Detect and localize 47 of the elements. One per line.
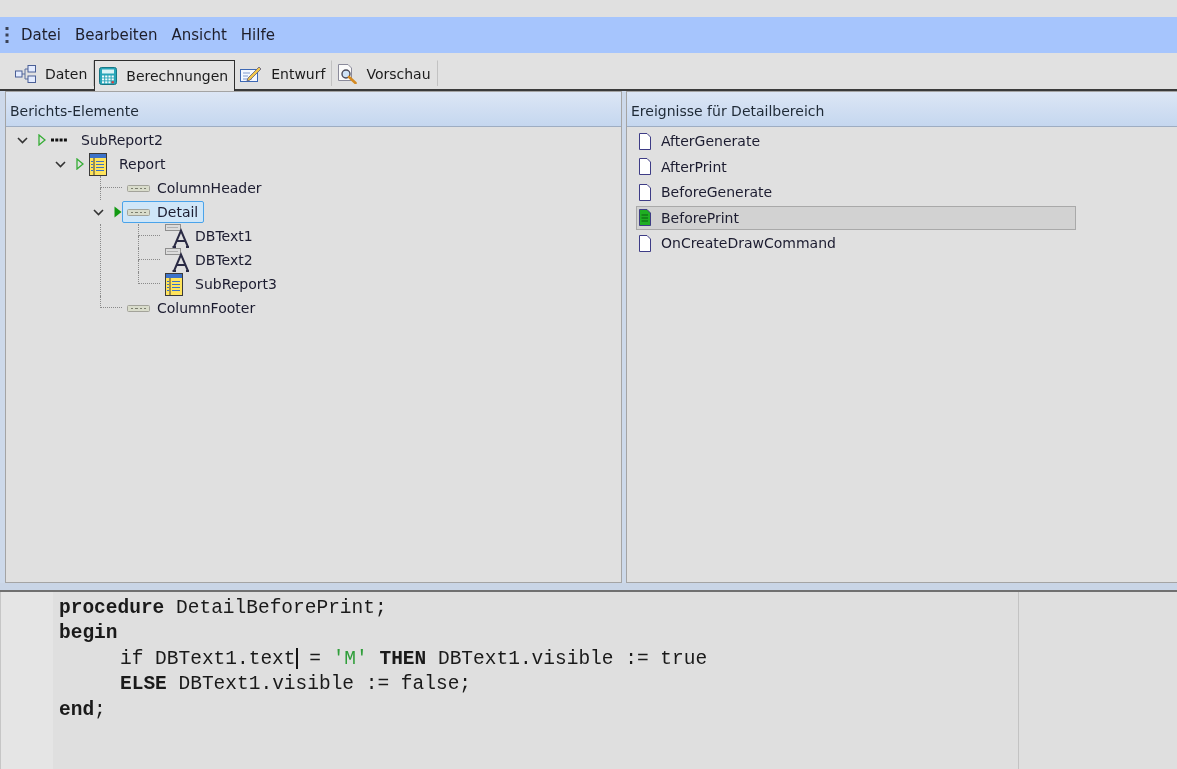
panel-title: Berichts-Elemente	[6, 92, 621, 127]
code-line: = 'M' THEN DBText1.visible := true	[308, 647, 708, 670]
panel-title: Ereignisse für Detailbereich	[627, 92, 1177, 127]
tree-item[interactable]: ColumnFooter	[122, 297, 262, 319]
letter-a-icon	[165, 248, 189, 272]
event-item[interactable]: AfterPrint	[636, 154, 1076, 179]
band-icon	[127, 208, 150, 216]
chevron-icon[interactable]	[17, 134, 28, 146]
tab[interactable]: Daten	[10, 60, 95, 86]
menu-item[interactable]: Bearbeiten	[68, 21, 165, 49]
report-icon	[89, 152, 107, 176]
code-line: end;	[59, 698, 106, 721]
document-magnifier-icon	[337, 63, 358, 84]
chevron-icon[interactable]	[55, 158, 66, 170]
tab[interactable]: Vorschau	[332, 60, 438, 86]
tree-item[interactable]: SubReport2	[46, 129, 169, 151]
code-line: procedure DetailBeforePrint;	[59, 596, 387, 619]
ellipsis-icon	[51, 138, 67, 142]
diagram-icon	[15, 64, 36, 83]
code-editor[interactable]: procedure DetailBeforePrint; begin if DBText1.text = 'M' THEN DBText1.visible := true ELSE DBText1.visible := false; end;	[0, 590, 1177, 769]
form-pencil-icon	[240, 64, 263, 83]
tree-item[interactable]: DBText1	[160, 225, 259, 247]
event-item[interactable]: BeforeGenerate	[636, 180, 1076, 204]
tree-item[interactable]: ColumnHeader	[122, 177, 268, 199]
tab[interactable]: Berechnungen	[94, 60, 236, 91]
event-item[interactable]: OnCreateDrawCommand	[636, 231, 1076, 255]
calculator-icon	[99, 67, 118, 85]
grip-icon[interactable]	[5, 27, 9, 43]
tree-item[interactable]: Report	[84, 153, 172, 175]
event-item[interactable]: AfterGenerate	[636, 129, 1076, 153]
tree-item[interactable]: DBText2	[160, 249, 259, 271]
code-line: if DBText1.text	[120, 647, 296, 670]
band-icon	[127, 304, 150, 312]
tab[interactable]: Entwurf	[235, 60, 333, 86]
letter-a-icon	[165, 224, 189, 248]
text-cursor	[295, 648, 298, 670]
code-line: begin	[59, 622, 118, 645]
report-icon	[165, 272, 183, 296]
menu-item[interactable]: Datei	[14, 21, 69, 49]
band-icon	[127, 184, 150, 192]
menu-item[interactable]: Hilfe	[233, 21, 282, 49]
chevron-icon[interactable]	[93, 206, 104, 218]
tree-item[interactable]: SubReport3	[160, 273, 283, 295]
tree-item[interactable]: Detail	[122, 201, 205, 223]
event-item[interactable]: BeforePrint	[636, 205, 1076, 230]
code-line: ELSE DBText1.visible := false;	[120, 673, 472, 696]
menu-item[interactable]: Ansicht	[164, 21, 234, 49]
